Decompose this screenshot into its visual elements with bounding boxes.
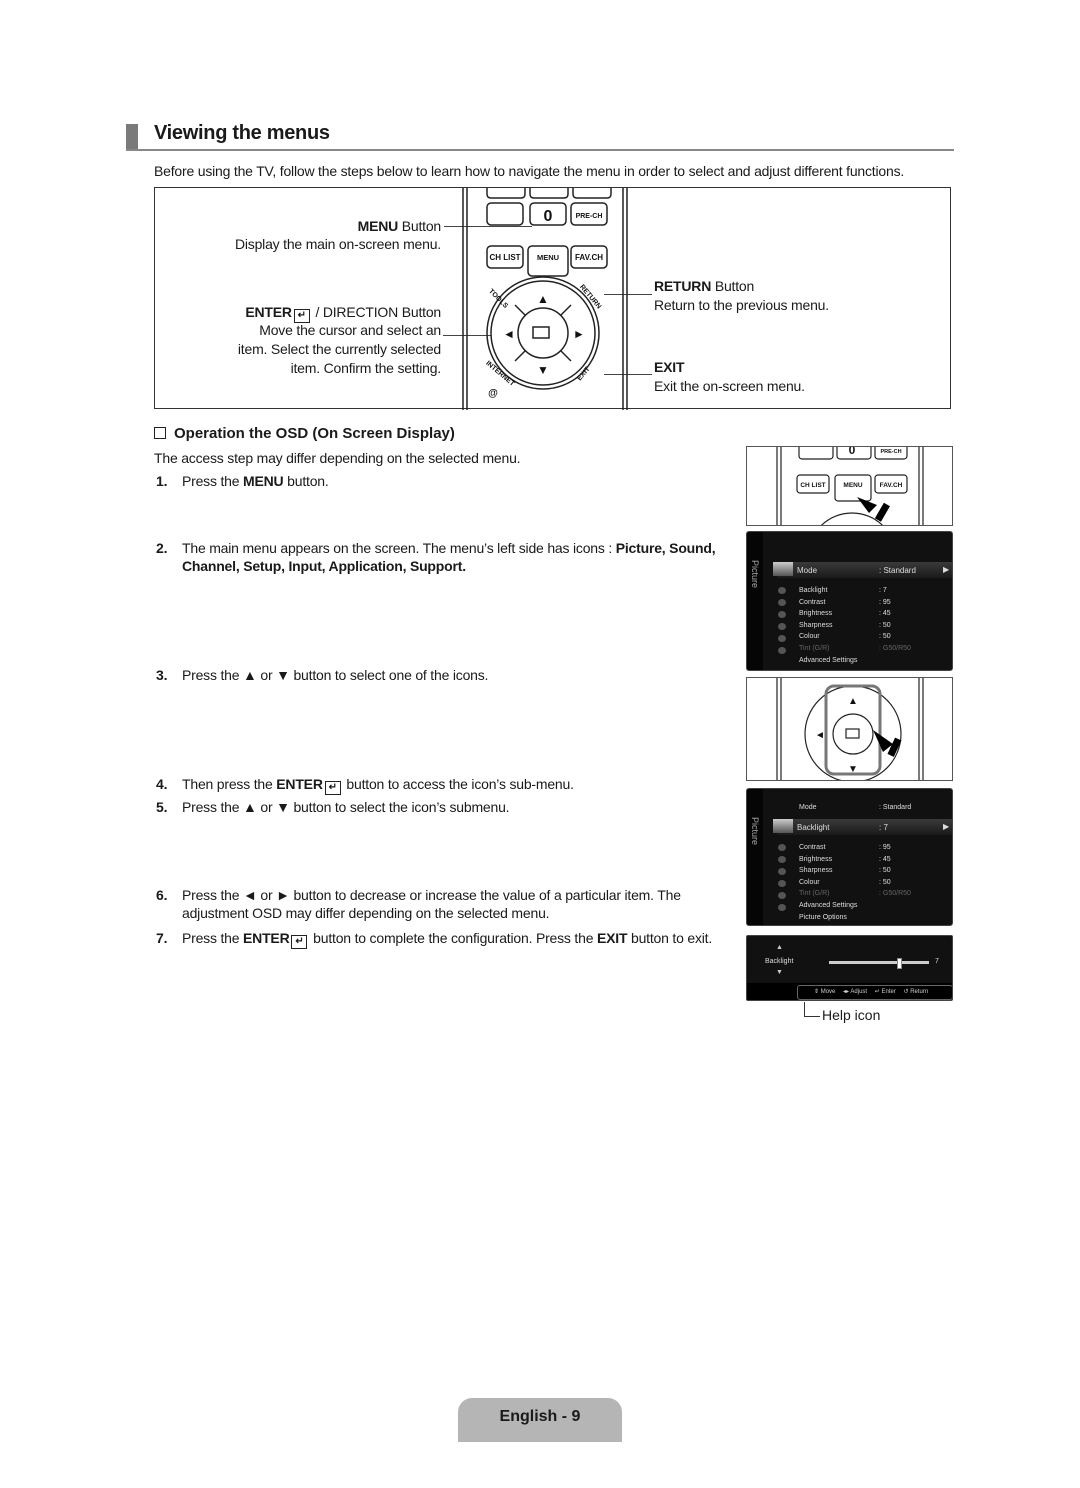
step-4: 4. Then press the ENTER ↵ button to access…: [156, 776, 574, 795]
help-icon-callout: Help icon: [822, 1007, 881, 1023]
svg-text:▲: ▲: [537, 292, 549, 306]
step-1: 1. Press the MENU button.: [156, 473, 329, 489]
enter-desc-3: item. Confirm the setting.: [290, 360, 442, 376]
picture-icon: [773, 819, 793, 833]
svg-text:▲: ▲: [848, 696, 858, 707]
menu-button-desc: Display the main on-screen menu.: [234, 236, 441, 252]
osd-adjust-backlight: ▲ Backlight ▼ 7 ⇕ Move ◂▸ Adjust ↵ Enter…: [746, 935, 953, 1001]
remote-thumb-direction: ▲ ▼ ◄: [746, 677, 953, 781]
osd-submenu-picture: Picture Mode : Standard Backlight : 7 ▶ …: [746, 788, 953, 926]
enter-icon: ↵: [324, 781, 341, 795]
osd-row[interactable]: Sharpness: [799, 867, 832, 874]
step-2: 2. The main menu appears on the screen. T…: [156, 540, 716, 574]
channel-icon: [778, 856, 786, 863]
svg-text:►: ►: [573, 327, 585, 341]
return-button-desc: Return to the previous menu.: [654, 297, 829, 313]
osd-right-arrow-icon: ▶: [943, 822, 950, 831]
osd-menu-picture: Picture Mode : Standard ▶ Backlight : 7 …: [746, 531, 953, 671]
remote-illustration: 0 PRE-CH CH LIST MENU FAV.CH ▲ ▼ ◄ ► TOO…: [462, 188, 628, 410]
return-button-label: RETURN Button: [654, 278, 755, 294]
channel-icon: [778, 599, 786, 606]
help-callout-line: [804, 1002, 805, 1017]
enter-desc-1: Move the cursor and select an: [259, 322, 441, 338]
setup-icon: [778, 611, 786, 618]
application-icon: [778, 892, 786, 899]
svg-text:MENU: MENU: [537, 253, 559, 262]
sound-icon: [778, 587, 786, 594]
step-7: 7. Press the ENTER ↵ button to complete th…: [156, 930, 713, 949]
help-bar: ⇕ Move ◂▸ Adjust ↵ Enter ↺ Return: [797, 985, 952, 1000]
enter-icon: ↵: [291, 935, 308, 949]
source-key: [486, 202, 524, 226]
input-icon: [778, 623, 786, 630]
move-icon: ⇕: [814, 989, 820, 995]
section-note: The access step may differ depending on …: [154, 450, 521, 466]
step-6: 6. Press the ◄ or ► button to decrease or…: [156, 887, 681, 921]
osd-row: Tint (G/R): [799, 645, 830, 652]
svg-text:EXIT: EXIT: [576, 365, 592, 382]
step-5: 5. Press the ▲ or ▼ button to select the …: [156, 799, 510, 815]
title-divider: [126, 149, 954, 151]
exit-button-desc: Exit the on-screen menu.: [654, 378, 805, 394]
setup-icon: [778, 868, 786, 875]
up-arrow-icon: ▲: [776, 944, 783, 951]
osd-row[interactable]: Picture Options: [799, 914, 847, 921]
svg-text:PRE-CH: PRE-CH: [880, 449, 901, 455]
menu-button-label: MENU Button: [357, 218, 442, 234]
osd-row[interactable]: Advanced Settings: [799, 657, 857, 664]
osd-row[interactable]: Brightness: [799, 610, 832, 617]
sound-icon: [778, 844, 786, 851]
down-arrow-icon: ▼: [776, 969, 783, 976]
checkbox-bullet-icon: [154, 427, 166, 439]
enter-button-label: ENTER ↵ / DIRECTION Button: [245, 304, 441, 323]
svg-text:MENU: MENU: [843, 482, 862, 489]
application-icon: [778, 635, 786, 642]
osd-row[interactable]: Colour: [799, 633, 820, 640]
svg-text:0: 0: [849, 447, 856, 457]
svg-text:PRE-CH: PRE-CH: [576, 213, 603, 220]
osd-row[interactable]: Brightness: [799, 856, 832, 863]
title-accent-bar: [126, 124, 138, 150]
exit-button-label: EXIT: [654, 359, 685, 375]
remote-thumb-menu: CH LIST MENU FAV.CH 0 PRE-CH: [746, 446, 953, 526]
intro-text: Before using the TV, follow the steps be…: [154, 163, 905, 179]
svg-text:▼: ▼: [537, 363, 549, 377]
svg-text:FAV.CH: FAV.CH: [575, 253, 603, 262]
osd-row[interactable]: Advanced Settings: [799, 902, 857, 909]
svg-text:@: @: [488, 388, 498, 399]
osd-right-arrow-icon: ▶: [943, 565, 950, 574]
svg-text:◄: ◄: [503, 327, 515, 341]
osd-row[interactable]: Sharpness: [799, 622, 832, 629]
svg-text:RETURN: RETURN: [578, 284, 602, 311]
osd-row[interactable]: Contrast: [799, 844, 825, 851]
slider-thumb[interactable]: [897, 958, 902, 969]
svg-text:FAV.CH: FAV.CH: [880, 482, 903, 489]
backlight-slider[interactable]: [829, 958, 929, 969]
enter-icon: ↵: [874, 989, 880, 995]
support-icon: [778, 647, 786, 654]
adjust-icon: ◂▸: [843, 989, 850, 995]
osd-row[interactable]: Backlight: [799, 587, 827, 594]
step-3: 3. Press the ▲ or ▼ button to select one …: [156, 667, 489, 683]
osd-row[interactable]: Colour: [799, 879, 820, 886]
osd-row[interactable]: Mode: [799, 804, 817, 811]
page-number-tab: English - 9: [458, 1398, 622, 1442]
input-icon: [778, 880, 786, 887]
osd-row: Tint (G/R): [799, 890, 830, 897]
return-icon: ↺: [903, 989, 909, 995]
svg-text:▼: ▼: [848, 764, 858, 775]
svg-text:CH LIST: CH LIST: [489, 253, 520, 262]
osd-row[interactable]: Contrast: [799, 599, 825, 606]
support-icon: [778, 904, 786, 911]
svg-text:CH LIST: CH LIST: [800, 482, 825, 489]
section-heading: Operation the OSD (On Screen Display): [154, 425, 455, 442]
svg-text:0: 0: [544, 208, 553, 225]
enter-desc-2: item. Select the currently selected: [237, 341, 441, 357]
page-title: Viewing the menus: [154, 122, 330, 144]
svg-text:◄: ◄: [815, 730, 825, 741]
picture-icon: [773, 562, 793, 576]
